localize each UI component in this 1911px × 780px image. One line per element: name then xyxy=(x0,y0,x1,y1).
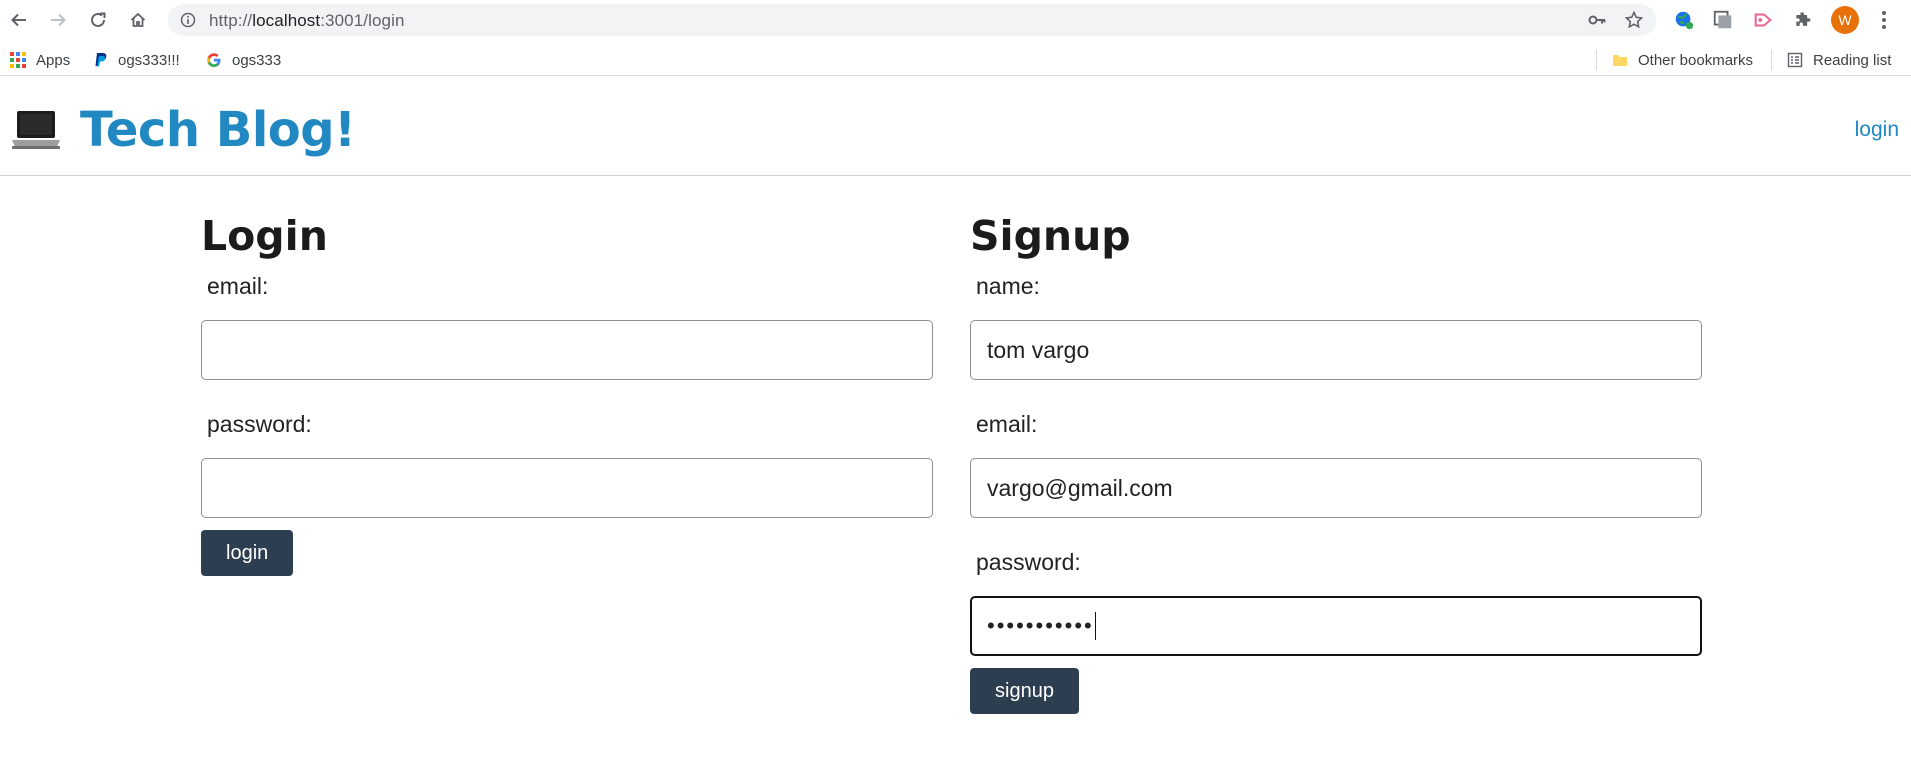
home-icon xyxy=(130,12,146,27)
login-password-input[interactable] xyxy=(201,458,933,518)
brand[interactable]: Tech Blog! xyxy=(10,102,356,158)
bookmark-apps[interactable]: Apps xyxy=(10,50,70,70)
site-info-icon[interactable] xyxy=(180,12,196,28)
signup-email-input[interactable]: vargo@gmail.com xyxy=(970,458,1702,518)
apps-grid-icon xyxy=(10,52,26,68)
login-email-label: email: xyxy=(207,273,269,299)
login-heading: Login xyxy=(201,212,328,260)
home-button[interactable] xyxy=(124,6,152,34)
back-arrow-icon xyxy=(11,13,26,27)
globe-extension-icon[interactable] xyxy=(1672,8,1696,32)
browser-toolbar: http://localhost:3001/login W xyxy=(0,0,1911,40)
reading-list-icon xyxy=(1787,52,1803,68)
field-spacer xyxy=(201,380,933,398)
bookmark-label: ogs333!!! xyxy=(118,51,180,69)
url-host: localhost xyxy=(252,11,321,30)
reload-button[interactable] xyxy=(84,6,112,34)
forward-button[interactable] xyxy=(44,6,72,34)
text-caret xyxy=(1094,612,1096,640)
bookmark-other[interactable]: Other bookmarks xyxy=(1612,50,1753,70)
folder-icon xyxy=(1613,55,1627,66)
login-password-label: password: xyxy=(207,411,312,437)
signup-name-input[interactable]: tom vargo xyxy=(970,320,1702,380)
signup-email-value: vargo@gmail.com xyxy=(987,474,1173,501)
signup-name-label: name: xyxy=(976,273,1040,299)
bookmark-label: ogs333 xyxy=(232,51,282,69)
address-bar[interactable]: http://localhost:3001/login xyxy=(168,4,1656,36)
bookmark-label: Apps xyxy=(36,51,71,69)
url-text[interactable]: http://localhost:3001/login xyxy=(209,11,405,31)
nav-login-link[interactable]: login xyxy=(1855,118,1899,142)
bookmark-reading-list[interactable]: Reading list xyxy=(1787,50,1891,70)
puzzle-extensions-icon[interactable] xyxy=(1791,8,1815,32)
bookmark-label: Other bookmarks xyxy=(1638,51,1754,69)
login-submit-button[interactable]: login xyxy=(201,530,294,576)
pink-extension-icon[interactable] xyxy=(1751,8,1775,32)
bookmark-label: Reading list xyxy=(1813,51,1892,69)
login-email-input[interactable] xyxy=(201,320,933,380)
bookmark-paypal[interactable]: ogs333!!! xyxy=(94,50,180,70)
signup-name-value: tom vargo xyxy=(987,336,1090,363)
reload-icon xyxy=(91,12,106,27)
signup-heading: Signup xyxy=(970,212,1131,260)
url-path: :3001/login xyxy=(320,11,405,30)
laptop-icon xyxy=(12,111,60,149)
site-header: Tech Blog! login xyxy=(0,84,1911,176)
paypal-icon xyxy=(95,53,107,67)
bookmarks-bar: Apps ogs333!!! ogs333 Other bookmarks Re… xyxy=(0,44,1911,76)
signup-password-input[interactable]: ••••••••••• xyxy=(970,596,1702,656)
url-prefix: http:// xyxy=(209,11,253,30)
site-title: Tech Blog! xyxy=(80,102,356,158)
profile-avatar[interactable]: W xyxy=(1831,6,1859,34)
browser-menu-icon[interactable] xyxy=(1874,8,1894,32)
field-spacer xyxy=(970,380,1702,398)
bookmarks-divider xyxy=(1596,50,1597,70)
bookmark-star-icon[interactable] xyxy=(1624,10,1644,30)
key-icon[interactable] xyxy=(1588,12,1606,28)
signup-form: Signup name: tom vargo email: vargo@gmai… xyxy=(970,212,1702,714)
bookmarks-divider xyxy=(1771,50,1772,70)
signup-submit-button[interactable]: signup xyxy=(970,668,1079,714)
tab-extension-icon[interactable] xyxy=(1711,8,1735,32)
field-spacer xyxy=(970,518,1702,536)
bookmark-google[interactable]: ogs333 xyxy=(206,50,281,70)
login-form: Login email: password: login xyxy=(201,212,933,576)
signup-password-dots: ••••••••••• xyxy=(987,613,1094,638)
signup-email-label: email: xyxy=(976,411,1038,437)
back-button[interactable] xyxy=(5,6,33,34)
forward-arrow-icon xyxy=(51,13,66,27)
signup-password-label: password: xyxy=(976,549,1081,575)
google-icon xyxy=(207,53,221,67)
